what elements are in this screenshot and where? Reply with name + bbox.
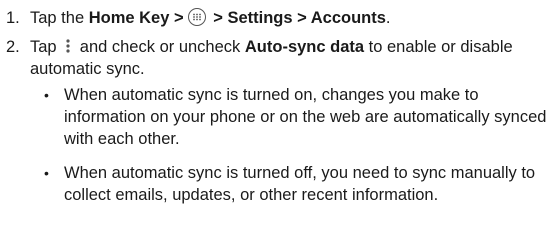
step-number: 1. [6,9,20,27]
bullet-dot: • [44,165,49,181]
apps-grid-icon [187,8,206,26]
step-text: Tap and check or uncheck Auto-sync data … [30,36,550,80]
bullet-text: When automatic sync is turned on, change… [64,86,547,148]
auto-sync-label: Auto-sync data [244,38,365,56]
step-period: . [385,9,391,27]
settings-accounts-path: > Settings > Accounts [208,9,386,27]
step-prefix: Tap the [30,9,89,27]
bullet-dot: • [44,87,49,103]
step-number: 2. [6,38,20,56]
overflow-menu-icon [64,38,72,54]
bullet-text: When automatic sync is turned off, you n… [64,164,536,204]
step-prefix: Tap [30,38,62,56]
step-text: Tap the Home Key > > Settings > Accounts… [30,7,557,29]
step-middle: and check or uncheck [75,38,245,56]
home-key-label: Home Key > [88,9,184,27]
